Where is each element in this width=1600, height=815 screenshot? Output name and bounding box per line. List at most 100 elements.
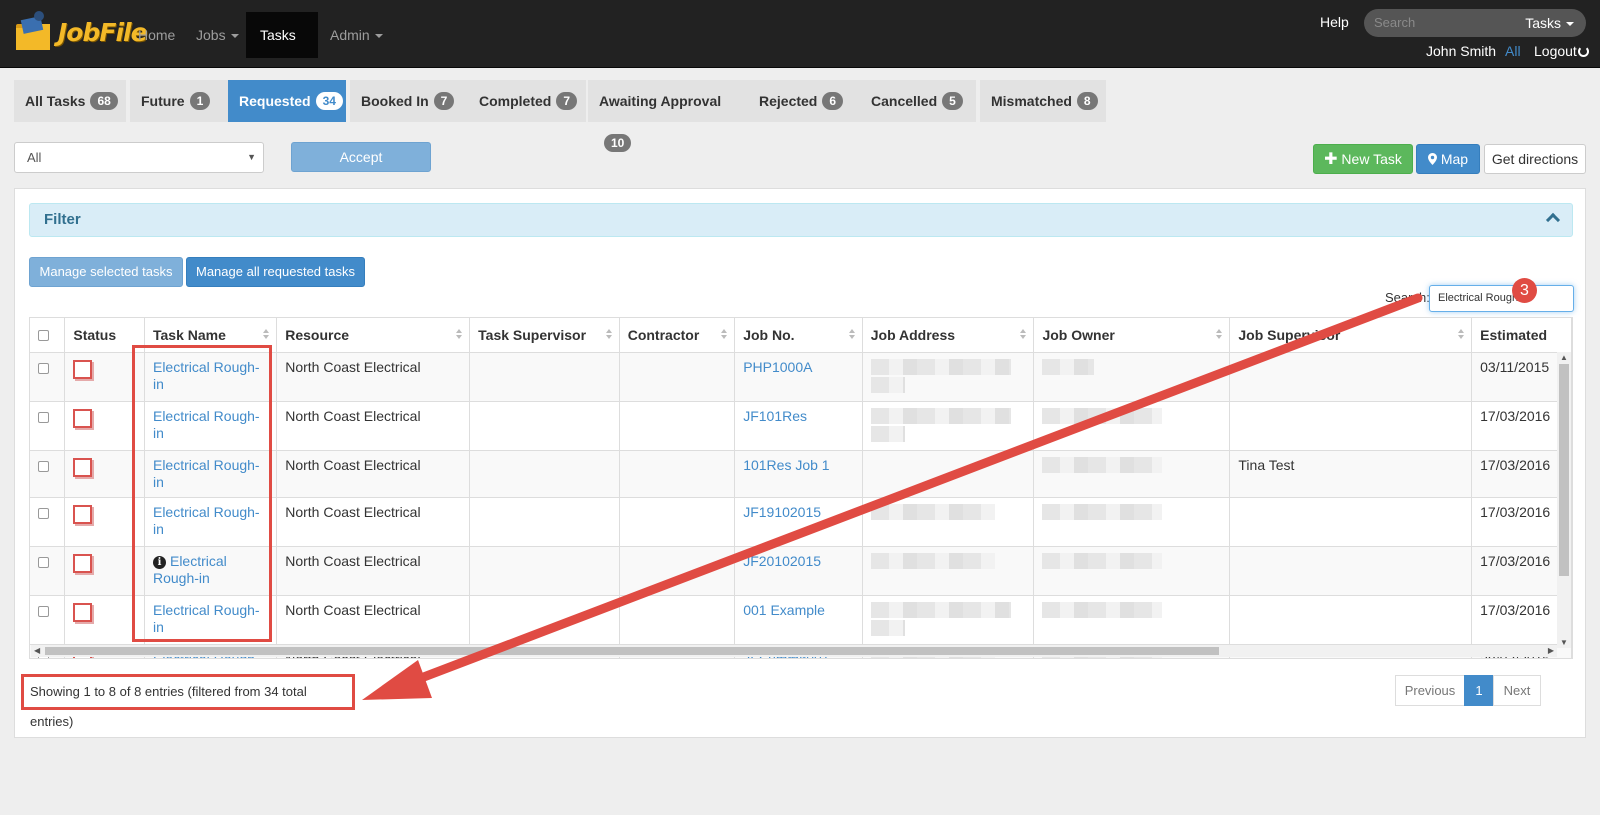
job-no-link[interactable]: JF20102015 [743, 553, 821, 569]
chevron-up-icon[interactable] [1545, 212, 1561, 228]
job-owner-cell [1033, 497, 1231, 547]
job-no-link[interactable]: JF101Res [743, 408, 807, 424]
tab-future[interactable]: Future 1 [130, 80, 228, 122]
sort-icon [263, 329, 270, 341]
column-header-task-supervisor[interactable]: Task Supervisor [469, 318, 620, 353]
job-supervisor-cell [1229, 595, 1473, 645]
manage-selected-tasks-button[interactable]: Manage selected tasks [29, 257, 183, 287]
column-header-job-supervisor[interactable]: Job Supervisor [1229, 318, 1473, 353]
nav-home[interactable]: Home [124, 12, 189, 58]
nav-tasks[interactable]: Tasks [246, 12, 318, 85]
job-no-link[interactable]: JF19102015 [743, 504, 821, 520]
count-badge: 34 [315, 92, 343, 110]
scroll-left-icon[interactable]: ◀ [34, 646, 40, 655]
tab-requested[interactable]: Requested 34 [228, 80, 346, 122]
count-badge: 1 [189, 92, 211, 110]
logout-link[interactable]: Logout [1534, 43, 1589, 59]
row-checkbox[interactable] [38, 605, 49, 617]
resource-cell: North Coast Electrical [276, 595, 471, 645]
new-task-button[interactable]: ✚ New Task [1313, 144, 1413, 174]
column-header-job-no[interactable]: Job No. [734, 318, 863, 353]
row-checkbox[interactable] [38, 556, 49, 568]
column-header-estimated[interactable]: Estimated [1471, 318, 1572, 353]
count-badge: 6 [822, 92, 844, 110]
horizontal-scrollbar[interactable]: ◀ ▶ [31, 645, 1557, 657]
status-indicator[interactable] [73, 504, 93, 524]
table-search-input[interactable]: Electrical Rough [1429, 285, 1574, 312]
search-scope-dropdown[interactable]: Tasks [1525, 9, 1574, 37]
row-checkbox[interactable] [38, 362, 49, 374]
header-label: Estimated [1480, 326, 1548, 343]
tab-booked-in[interactable]: Booked In 7 [350, 80, 468, 122]
map-button[interactable]: Map [1416, 144, 1480, 174]
logout-label: Logout [1534, 43, 1577, 59]
job-supervisor-cell: Tina Test [1229, 450, 1473, 498]
scroll-up-icon[interactable]: ▲ [1560, 353, 1568, 362]
select-all-checkbox[interactable] [38, 329, 49, 341]
job-no-link[interactable]: PHP1000A [743, 359, 812, 375]
header-label: Task Name [152, 326, 226, 343]
tab-label: Cancelled [871, 93, 938, 109]
next-page-button[interactable]: Next [1493, 675, 1541, 706]
tab-cancelled[interactable]: Cancelled 5 [860, 80, 976, 122]
tab-completed[interactable]: Completed 7 [468, 80, 586, 122]
header-label: Job Address [870, 326, 956, 343]
job-no-cell: 001 Example [734, 595, 863, 645]
nav-admin[interactable]: Admin [316, 12, 397, 58]
dropdown-arrow-icon: ▼ [247, 152, 256, 162]
bulk-action-select[interactable]: All ▼ [14, 142, 264, 173]
sort-icon [606, 329, 613, 341]
vertical-scrollbar[interactable]: ▲ ▼ [1557, 352, 1571, 648]
status-indicator[interactable] [73, 553, 93, 573]
column-header-contractor[interactable]: Contractor [619, 318, 736, 353]
vertical-scroll-thumb[interactable] [1559, 364, 1569, 576]
tab-mismatched[interactable]: Mismatched 8 [980, 80, 1106, 122]
sort-icon [456, 329, 463, 341]
nav-jobs-label: Jobs [196, 27, 226, 43]
sort-icon [1020, 329, 1027, 341]
header-label: Status [73, 326, 117, 343]
count-badge: 10 [604, 134, 632, 152]
horizontal-scroll-thumb[interactable] [45, 647, 1219, 655]
job-no-link[interactable]: 101Res Job 1 [743, 457, 829, 473]
global-search-input[interactable] [1374, 9, 1514, 37]
scroll-right-icon[interactable]: ▶ [1548, 646, 1554, 655]
row-checkbox[interactable] [38, 507, 49, 519]
row-select-cell [30, 450, 66, 498]
get-directions-button[interactable]: Get directions [1484, 144, 1586, 174]
header-label: Resource [285, 326, 350, 343]
status-indicator[interactable] [73, 359, 93, 379]
nav-jobs[interactable]: Jobs [182, 12, 253, 58]
row-checkbox[interactable] [38, 411, 49, 423]
estimated-value: 17/03/2016 [1480, 407, 1551, 424]
help-link[interactable]: Help [1320, 14, 1349, 30]
job-no-link[interactable]: 001 Example [743, 602, 825, 618]
row-checkbox[interactable] [38, 460, 49, 472]
header-label: Job No. [743, 326, 795, 343]
filter-header[interactable]: Filter [29, 203, 1573, 237]
select-value: All [27, 150, 42, 165]
header-label: Job Supervisor [1238, 326, 1341, 343]
manage-all-requested-tasks-button[interactable]: Manage all requested tasks [186, 257, 365, 287]
user-all-link[interactable]: All [1505, 43, 1521, 59]
status-indicator[interactable] [73, 457, 93, 477]
job-supervisor-cell [1229, 497, 1473, 547]
job-no-cell: JF19102015 [734, 497, 863, 547]
status-indicator[interactable] [73, 408, 93, 428]
status-indicator[interactable] [73, 602, 93, 622]
column-header-job-owner[interactable]: Job Owner [1033, 318, 1231, 353]
user-name[interactable]: John Smith [1426, 43, 1496, 59]
job-address-cell [862, 450, 1035, 498]
accept-button[interactable]: Accept [291, 142, 431, 172]
tab-all-tasks[interactable]: All Tasks 68 [14, 80, 126, 122]
tab-rejected[interactable]: Rejected 6 [748, 80, 860, 122]
jobfile-logo[interactable]: JobFile [12, 8, 148, 56]
page-1-button[interactable]: 1 [1464, 675, 1494, 706]
previous-page-button[interactable]: Previous [1395, 675, 1465, 706]
tab-label: Requested [239, 93, 311, 109]
column-header-resource[interactable]: Resource [276, 318, 471, 353]
tab-awaiting-approval[interactable]: Awaiting Approval 10 [588, 80, 748, 152]
column-header-job-address[interactable]: Job Address [862, 318, 1035, 353]
scroll-down-icon[interactable]: ▼ [1560, 638, 1568, 647]
count-badge: 7 [433, 92, 455, 110]
